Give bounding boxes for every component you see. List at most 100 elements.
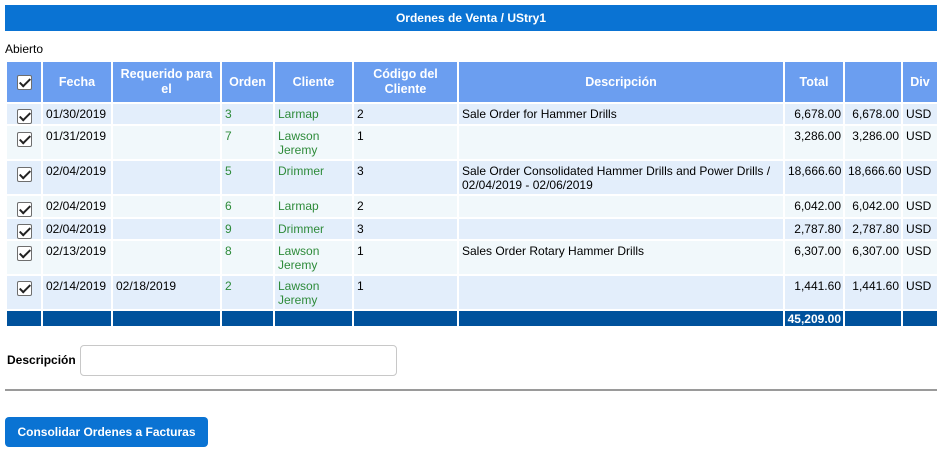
cell-descripcion: Sale Order for Hammer Drills — [459, 104, 783, 127]
column-header-orden[interactable]: Orden — [222, 62, 273, 104]
column-header-total[interactable]: Total — [785, 62, 843, 104]
order-number-link[interactable]: 8 — [222, 240, 273, 276]
table-row: 02/04/2019 9 Drimmer 3 2,787.80 2,787.80 USD — [7, 218, 937, 241]
row-checkbox-icon[interactable] — [16, 109, 32, 125]
cell-total: 2,787.80 — [785, 218, 843, 241]
client-link[interactable]: Drimmer — [275, 218, 352, 241]
grand-total: 45,209.00 — [785, 310, 843, 328]
cell-total-2: 18,666.60 — [845, 161, 901, 197]
totals-cell-empty — [7, 310, 41, 328]
table-row: 01/30/2019 3 Larmap 2 Sale Order for Hammer … — [7, 104, 937, 127]
cell-total: 6,042.00 — [785, 196, 843, 219]
client-link[interactable]: Lawson Jeremy — [275, 275, 352, 311]
cell-fecha: 02/13/2019 — [43, 240, 111, 276]
client-link[interactable]: Lawson Jeremy — [275, 126, 352, 162]
cell-requerido — [113, 161, 220, 197]
table-header-row: Fecha Requerido para el Orden Cliente Có… — [7, 62, 937, 104]
page-title: Ordenes de Venta / UStry1 — [395, 11, 547, 25]
totals-cell-empty — [845, 310, 901, 328]
cell-descripcion — [459, 196, 783, 219]
totals-cell-empty — [903, 310, 937, 328]
cell-fecha: 02/04/2019 — [43, 196, 111, 219]
cell-total-2: 2,787.80 — [845, 218, 901, 241]
cell-total: 6,678.00 — [785, 104, 843, 127]
column-header-codigo[interactable]: Código del Cliente — [354, 62, 457, 104]
row-checkbox-icon[interactable] — [16, 246, 32, 262]
cell-codigo-cliente: 1 — [354, 240, 457, 276]
cell-div: USD — [903, 196, 937, 219]
column-header-descripcion[interactable]: Descripción — [459, 62, 783, 104]
order-number-link[interactable]: 2 — [222, 275, 273, 311]
totals-row: 45,209.00 — [7, 310, 937, 328]
row-select-cell[interactable] — [7, 104, 41, 127]
cell-total: 3,286.00 — [785, 126, 843, 162]
cell-codigo-cliente: 1 — [354, 275, 457, 311]
separator-line — [5, 389, 937, 391]
orders-table-body: 01/30/2019 3 Larmap 2 Sale Order for Hammer … — [7, 104, 937, 311]
window-title-bar: Ordenes de Venta / UStry1 — [5, 5, 937, 31]
descripcion-input[interactable] — [80, 344, 397, 376]
cell-requerido — [113, 196, 220, 219]
client-link[interactable]: Lawson Jeremy — [275, 240, 352, 276]
cell-codigo-cliente: 2 — [354, 104, 457, 127]
select-all-checkbox-icon[interactable] — [16, 74, 32, 90]
cell-descripcion — [459, 126, 783, 162]
cell-requerido — [113, 104, 220, 127]
cell-codigo-cliente: 1 — [354, 126, 457, 162]
descripcion-label: Descripción — [7, 353, 76, 367]
row-select-cell[interactable] — [7, 196, 41, 219]
row-select-cell[interactable] — [7, 240, 41, 276]
cell-descripcion — [459, 218, 783, 241]
column-header-total-2[interactable] — [845, 62, 901, 104]
cell-codigo-cliente: 3 — [354, 161, 457, 197]
row-select-cell[interactable] — [7, 161, 41, 197]
cell-total-2: 6,042.00 — [845, 196, 901, 219]
order-number-link[interactable]: 7 — [222, 126, 273, 162]
cell-div: USD — [903, 240, 937, 276]
row-checkbox-icon[interactable] — [16, 281, 32, 297]
totals-cell-empty — [459, 310, 783, 328]
consolidate-orders-button[interactable]: Consolidar Ordenes a Facturas — [5, 417, 208, 447]
totals-cell-empty — [113, 310, 220, 328]
cell-div: USD — [903, 126, 937, 162]
totals-cell-empty — [43, 310, 111, 328]
table-row: 02/14/2019 02/18/2019 2 Lawson Jeremy 1 1,441… — [7, 275, 937, 311]
status-label: Abierto — [5, 42, 44, 56]
cell-total-2: 3,286.00 — [845, 126, 901, 162]
cell-fecha: 01/31/2019 — [43, 126, 111, 162]
cell-requerido — [113, 126, 220, 162]
cell-fecha: 02/14/2019 — [43, 275, 111, 311]
order-number-link[interactable]: 9 — [222, 218, 273, 241]
cell-div: USD — [903, 218, 937, 241]
column-header-requerido[interactable]: Requerido para el — [113, 62, 220, 104]
column-header-div[interactable]: Div — [903, 62, 937, 104]
row-checkbox-icon[interactable] — [16, 223, 32, 239]
client-link[interactable]: Larmap — [275, 104, 352, 127]
cell-total: 1,441.60 — [785, 275, 843, 311]
row-checkbox-icon[interactable] — [16, 166, 32, 182]
cell-descripcion — [459, 275, 783, 311]
order-number-link[interactable]: 5 — [222, 161, 273, 197]
row-select-cell[interactable] — [7, 275, 41, 311]
order-number-link[interactable]: 3 — [222, 104, 273, 127]
row-select-cell[interactable] — [7, 126, 41, 162]
client-link[interactable]: Drimmer — [275, 161, 352, 197]
column-header-cliente[interactable]: Cliente — [275, 62, 352, 104]
cell-codigo-cliente: 3 — [354, 218, 457, 241]
cell-requerido: 02/18/2019 — [113, 275, 220, 311]
cell-div: USD — [903, 161, 937, 197]
cell-descripcion: Sale Order Consolidated Hammer Drills an… — [459, 161, 783, 197]
client-link[interactable]: Larmap — [275, 196, 352, 219]
orders-table: Fecha Requerido para el Orden Cliente Có… — [5, 62, 939, 328]
row-select-cell[interactable] — [7, 218, 41, 241]
column-header-fecha[interactable]: Fecha — [43, 62, 111, 104]
cell-requerido — [113, 240, 220, 276]
table-row: 01/31/2019 7 Lawson Jeremy 1 3,286.00 3,286.0… — [7, 126, 937, 162]
select-all-header[interactable] — [7, 62, 41, 104]
order-number-link[interactable]: 6 — [222, 196, 273, 219]
totals-cell-empty — [222, 310, 273, 328]
row-checkbox-icon[interactable] — [16, 131, 32, 147]
row-checkbox-icon[interactable] — [16, 201, 32, 217]
cell-total-2: 1,441.60 — [845, 275, 901, 311]
table-row: 02/13/2019 8 Lawson Jeremy 1 Sales Order Rot… — [7, 240, 937, 276]
